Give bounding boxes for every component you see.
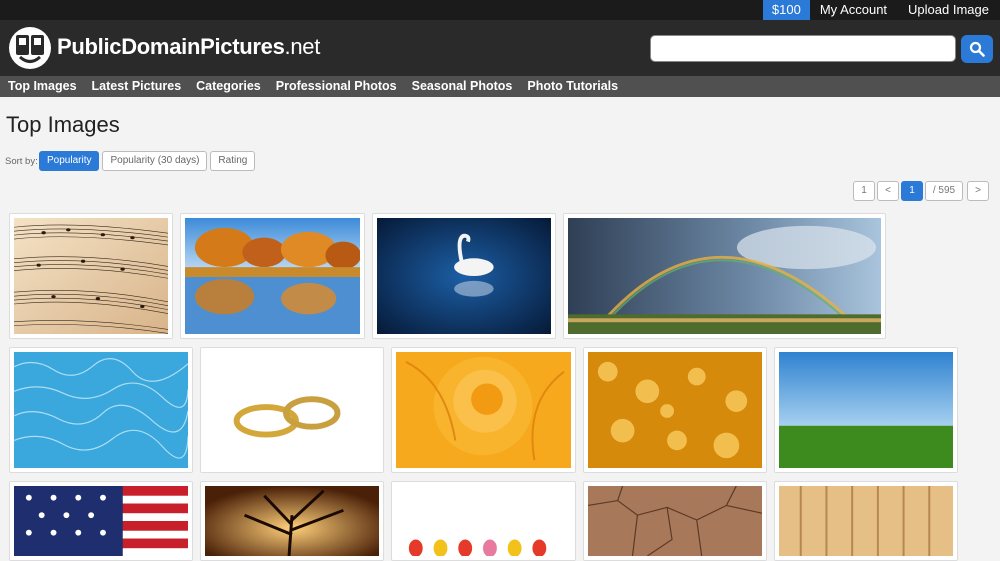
orange-rose-image — [396, 352, 571, 468]
thumbnail-autumn-lake[interactable] — [180, 213, 365, 339]
next-page-button[interactable]: > — [967, 181, 989, 201]
thumbnail-cracked-earth[interactable] — [583, 481, 767, 561]
logo-bold-text: PublicDomainPictures — [57, 34, 285, 59]
tulips-image — [396, 486, 571, 557]
logo-icon[interactable] — [8, 26, 52, 70]
nav-top-images[interactable]: Top Images — [0, 76, 84, 97]
sort-options: Popularity Popularity (30 days) Rating — [39, 151, 256, 171]
swan-image — [377, 218, 551, 334]
thumbnail-golden-bokeh[interactable] — [583, 347, 767, 473]
top-bar: $100 My Account Upload Image — [0, 0, 1000, 20]
search-button[interactable] — [961, 35, 993, 63]
prev-page-button[interactable]: < — [877, 181, 899, 201]
american-flag-image — [14, 486, 188, 556]
site-logo-text[interactable]: PublicDomainPictures.net — [57, 34, 320, 60]
nav-categories[interactable]: Categories — [188, 76, 268, 97]
pool-water-image — [13, 352, 189, 468]
rainbow-image — [568, 218, 881, 334]
nav-photo-tutorials[interactable]: Photo Tutorials — [519, 76, 625, 97]
thumbnail-orange-rose[interactable] — [391, 347, 576, 473]
logo-suffix-text: .net — [284, 34, 321, 59]
tree-sunset-image — [205, 486, 379, 557]
golden-bokeh-image — [588, 352, 762, 468]
sheet-music-image — [9, 218, 173, 335]
thumbnail-american-flag[interactable] — [9, 481, 193, 561]
cracked-earth-image — [587, 485, 763, 557]
my-account-link[interactable]: My Account — [810, 0, 898, 20]
pagination: 1 < 1 / 595 > — [853, 181, 989, 201]
site-header: PublicDomainPictures.net — [0, 20, 1000, 76]
thumbnail-tulips[interactable] — [391, 481, 576, 561]
sort-popularity-30-days-button[interactable]: Popularity (30 days) — [102, 151, 208, 171]
wedding-rings-image — [205, 352, 379, 468]
first-page-button[interactable]: 1 — [853, 181, 875, 201]
nav-latest-pictures[interactable]: Latest Pictures — [84, 76, 189, 97]
sort-label: Sort by: — [5, 156, 38, 167]
nav-seasonal-photos[interactable]: Seasonal Photos — [404, 76, 520, 97]
account-links: $100 My Account Upload Image — [762, 0, 1000, 20]
current-page-button[interactable]: 1 — [901, 181, 923, 201]
credit-badge[interactable]: $100 — [762, 0, 810, 20]
search-input[interactable] — [650, 35, 956, 62]
page-title: Top Images — [6, 112, 120, 137]
thumbnail-tree-sunset[interactable] — [200, 481, 384, 561]
thumbnail-rainbow[interactable] — [563, 213, 886, 339]
thumbnail-wooden-planks[interactable] — [774, 481, 958, 561]
thumbnail-green-field[interactable] — [774, 347, 958, 473]
sort-rating-button[interactable]: Rating — [210, 151, 256, 171]
page-total: / 595 — [925, 181, 963, 201]
thumbnail-swan[interactable] — [372, 213, 556, 339]
thumbnail-wedding-rings[interactable] — [200, 347, 384, 473]
thumbnail-sheet-music[interactable] — [9, 213, 173, 339]
green-field-image — [779, 352, 953, 468]
search-icon — [969, 41, 985, 57]
nav-professional-photos[interactable]: Professional Photos — [268, 76, 404, 97]
autumn-lake-image — [185, 218, 361, 334]
main-nav: Top Images Latest Pictures Categories Pr… — [0, 76, 1000, 97]
wooden-planks-image — [779, 486, 953, 556]
upload-image-link[interactable]: Upload Image — [898, 0, 1000, 20]
thumbnail-pool-water[interactable] — [9, 347, 193, 473]
sort-popularity-button[interactable]: Popularity — [39, 151, 100, 171]
